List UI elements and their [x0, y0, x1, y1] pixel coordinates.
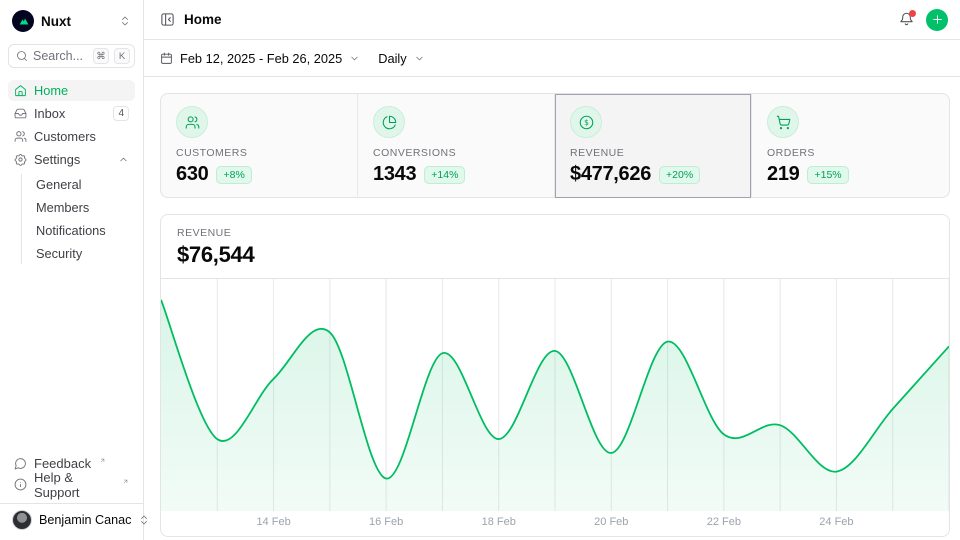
external-link-icon — [122, 478, 129, 485]
sidebar: Nuxt ⌘ K Home Inbox 4 — [0, 0, 144, 540]
nuxt-logo-icon — [12, 10, 34, 32]
delta-badge: +20% — [659, 166, 700, 184]
page-title: Home — [184, 12, 222, 27]
main-area: Home Feb 12, 2025 - Feb 26, 2025 Daily — [144, 0, 960, 540]
sidebar-item-security[interactable]: Security — [32, 243, 135, 264]
search-input[interactable] — [33, 49, 88, 63]
kbd-k: K — [114, 48, 130, 64]
sidebar-item-notifications[interactable]: Notifications — [32, 220, 135, 241]
workspace-name: Nuxt — [41, 14, 112, 29]
chevrons-up-down-icon — [119, 15, 131, 27]
stat-label: ORDERS — [767, 147, 934, 159]
x-axis-label: 16 Feb — [369, 516, 403, 528]
svg-text:$: $ — [584, 118, 589, 127]
info-circle-icon — [14, 478, 27, 491]
delta-badge: +15% — [807, 166, 848, 184]
chart-header: REVENUE $76,544 — [161, 215, 949, 279]
help-support-link[interactable]: Help & Support — [8, 474, 135, 495]
pie-chart-icon — [373, 106, 405, 138]
chart-total-value: $76,544 — [177, 242, 933, 268]
notification-dot — [909, 10, 916, 17]
chat-bubble-icon — [14, 457, 27, 470]
avatar — [12, 510, 32, 530]
inbox-icon — [14, 107, 27, 120]
stat-value: 219 — [767, 163, 799, 186]
stat-card-conversions[interactable]: CONVERSIONS 1343 +14% — [358, 94, 555, 198]
chevron-up-icon — [118, 154, 129, 165]
sidebar-item-settings[interactable]: Settings — [8, 149, 135, 170]
x-axis-label: 24 Feb — [819, 516, 853, 528]
notifications-bell-button[interactable] — [899, 12, 914, 27]
chevron-down-icon — [349, 53, 360, 64]
calendar-icon — [160, 52, 173, 65]
chart-label: REVENUE — [177, 227, 933, 239]
settings-children: General Members Notifications Security — [21, 174, 135, 264]
stat-value: $477,626 — [570, 163, 651, 186]
filters-toolbar: Feb 12, 2025 - Feb 26, 2025 Daily — [144, 40, 960, 77]
x-axis-label: 22 Feb — [707, 516, 741, 528]
add-button[interactable] — [926, 9, 948, 31]
external-link-icon — [99, 457, 106, 464]
sidebar-toggle-button[interactable] — [160, 12, 175, 27]
stat-label: CUSTOMERS — [176, 147, 342, 159]
sidebar-nav: Home Inbox 4 Customers Settings Genera — [8, 80, 135, 264]
sidebar-item-members[interactable]: Members — [32, 197, 135, 218]
x-axis-label: 14 Feb — [256, 516, 290, 528]
revenue-area-chart[interactable] — [161, 279, 949, 511]
dollar-circle-icon: $ — [570, 106, 602, 138]
stat-label: CONVERSIONS — [373, 147, 539, 159]
delta-badge: +8% — [216, 166, 251, 184]
stat-label: REVENUE — [570, 147, 736, 159]
stat-card-revenue[interactable]: $ REVENUE $477,626 +20% — [555, 94, 752, 198]
stat-card-orders[interactable]: ORDERS 219 +15% — [752, 94, 949, 198]
workspace-switcher[interactable]: Nuxt — [8, 8, 135, 34]
stat-card-customers[interactable]: CUSTOMERS 630 +8% — [161, 94, 358, 198]
stat-value: 1343 — [373, 163, 416, 186]
date-range-picker[interactable]: Feb 12, 2025 - Feb 26, 2025 — [160, 51, 360, 66]
sidebar-item-home[interactable]: Home — [8, 80, 135, 101]
revenue-chart-card: REVENUE $76,544 14 Feb 16 Feb 18 Feb 20 Feb… — [160, 214, 950, 537]
dashboard-content: CUSTOMERS 630 +8% CONVERSIONS 1343 +14% — [144, 77, 960, 540]
users-icon — [176, 106, 208, 138]
home-icon — [14, 84, 27, 97]
x-axis-label: 20 Feb — [594, 516, 628, 528]
search-input-wrap[interactable]: ⌘ K — [8, 44, 135, 68]
x-axis: 14 Feb 16 Feb 18 Feb 20 Feb 22 Feb 24 Feb — [161, 511, 949, 536]
sidebar-item-general[interactable]: General — [32, 174, 135, 195]
top-header: Home — [144, 0, 960, 40]
sidebar-item-inbox[interactable]: Inbox 4 — [8, 103, 135, 124]
delta-badge: +14% — [424, 166, 465, 184]
stats-row: CUSTOMERS 630 +8% CONVERSIONS 1343 +14% — [160, 93, 950, 198]
users-icon — [14, 130, 27, 143]
stat-value: 630 — [176, 163, 208, 186]
user-menu[interactable]: Benjamin Canac — [8, 504, 135, 532]
inbox-count-badge: 4 — [113, 106, 129, 121]
gear-icon — [14, 153, 27, 166]
shopping-cart-icon — [767, 106, 799, 138]
chevron-down-icon — [414, 53, 425, 64]
granularity-select[interactable]: Daily — [378, 51, 424, 66]
search-icon — [16, 50, 28, 62]
sidebar-item-customers[interactable]: Customers — [8, 126, 135, 147]
kbd-meta: ⌘ — [93, 48, 109, 64]
x-axis-label: 18 Feb — [482, 516, 516, 528]
